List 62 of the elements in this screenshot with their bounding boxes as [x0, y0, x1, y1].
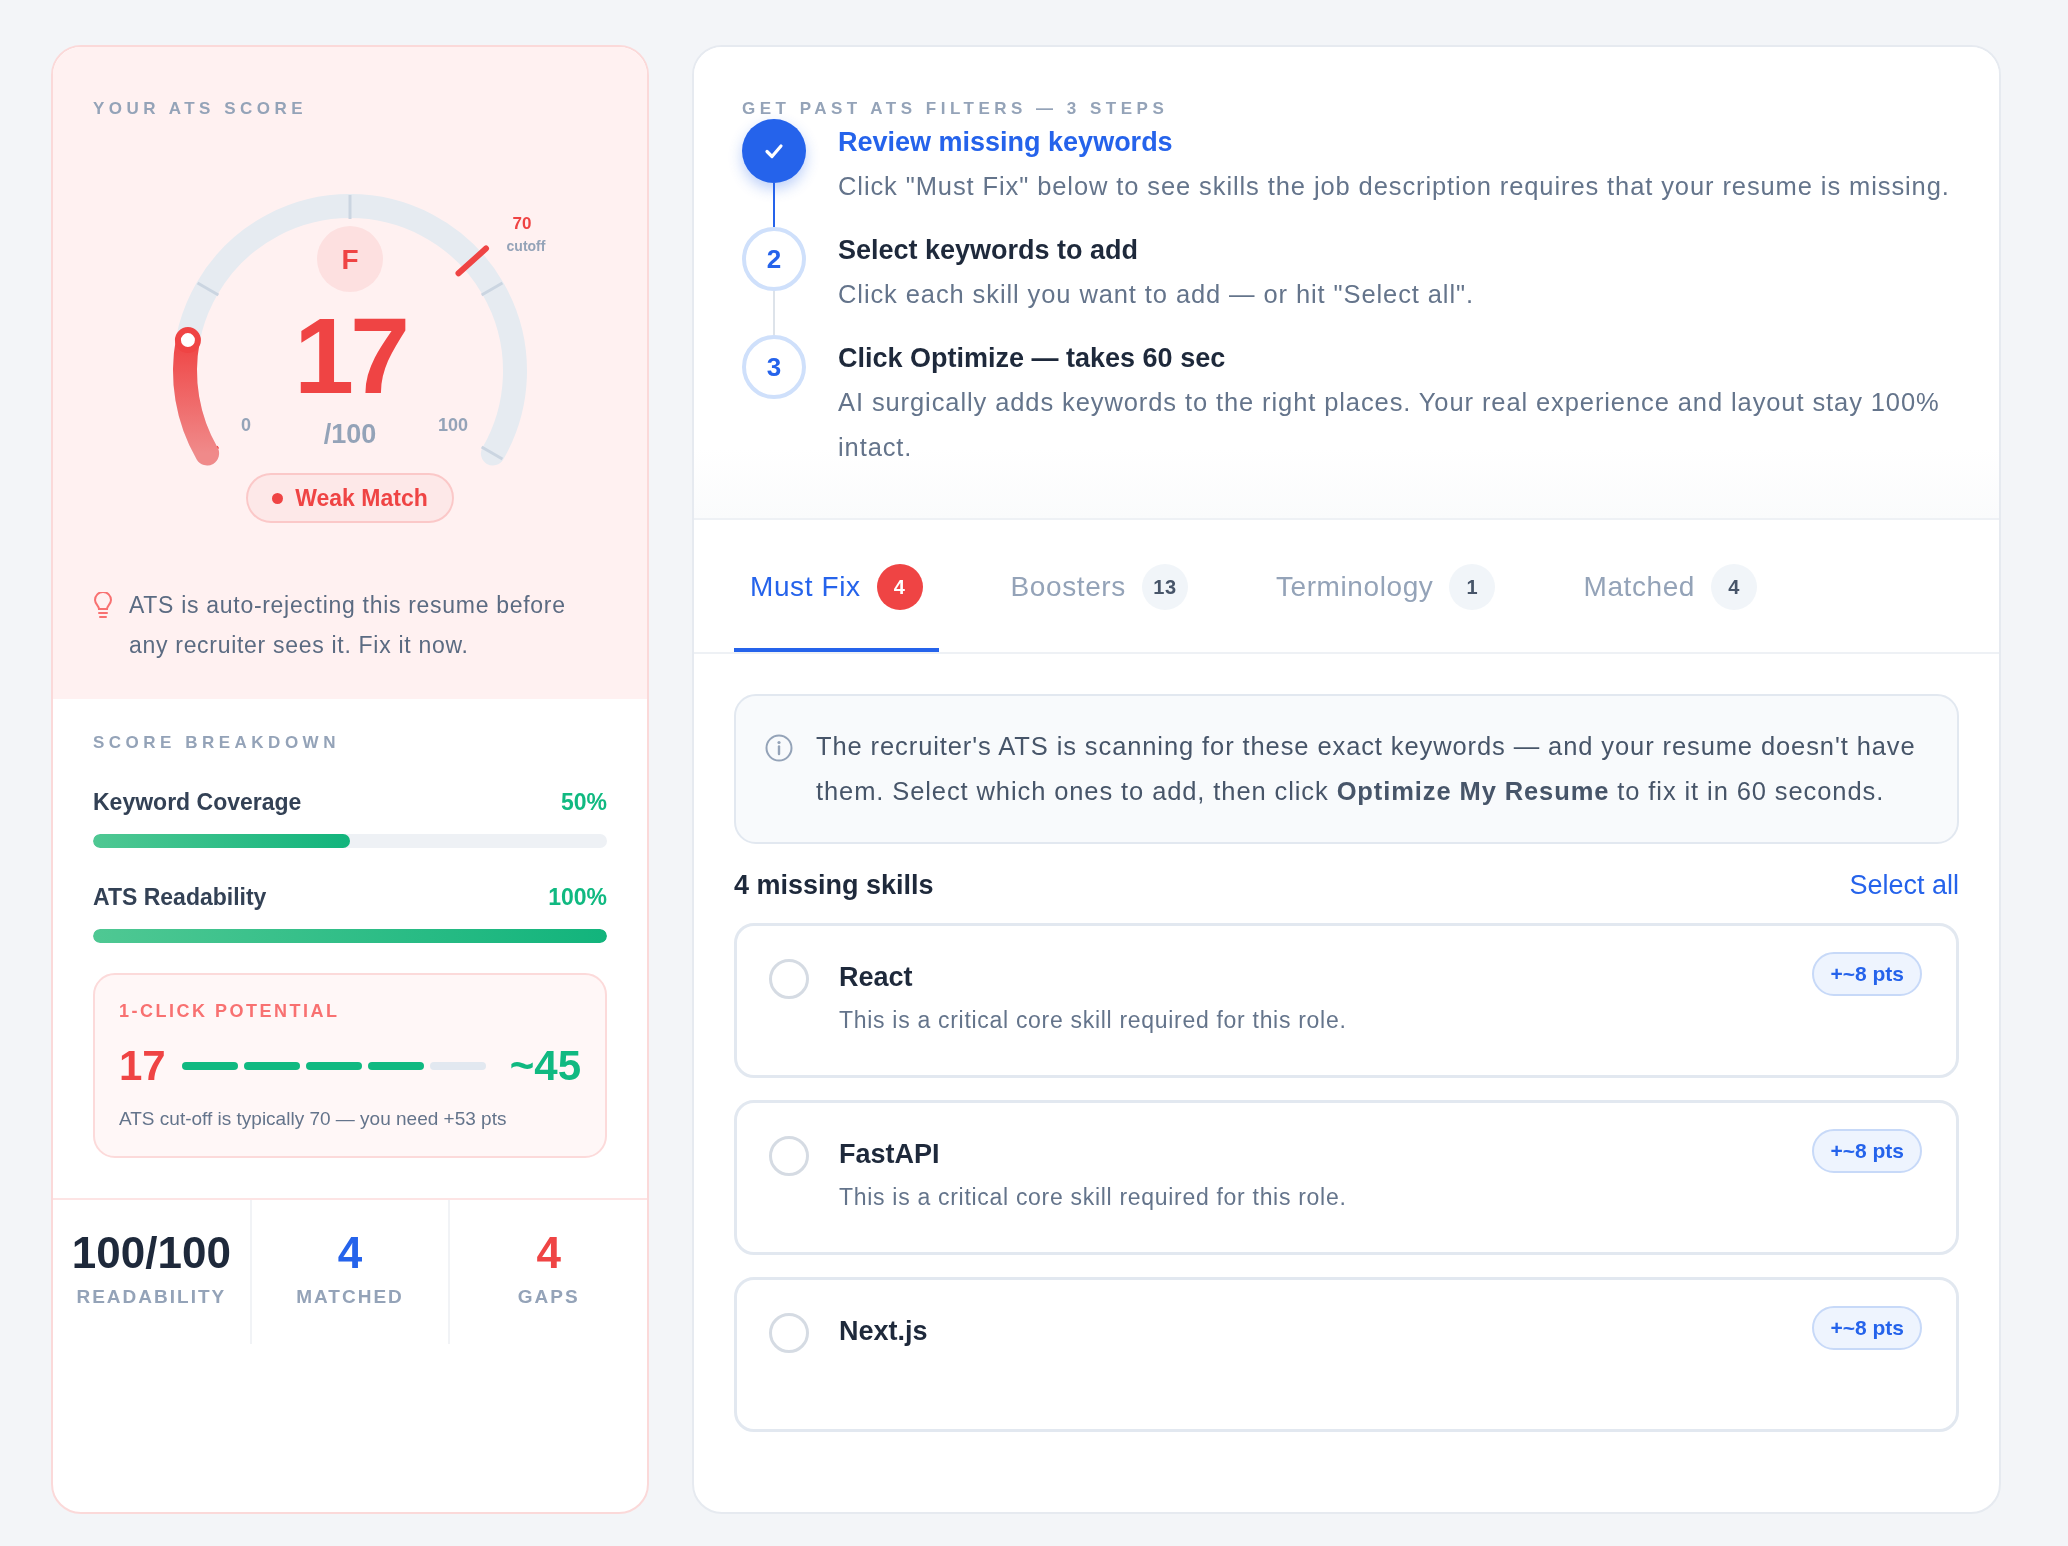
stat-value: 4	[536, 1228, 561, 1278]
cutoff-value: 70	[512, 214, 532, 233]
step-title: Select keywords to add	[838, 235, 1140, 266]
radio-button[interactable]	[769, 959, 809, 999]
skill-card[interactable]: FastAPI This is a critical core skill required for this role. +~8 pts	[734, 1100, 1959, 1255]
step-number: 2	[742, 227, 806, 291]
score-value: 17	[293, 295, 407, 416]
section-title: SCORE BREAKDOWN	[93, 733, 341, 753]
verdict-badge: Weak Match	[246, 473, 454, 523]
step-description: AI surgically adds keywords to the right places. Your real experience and layout stay 100% intact.	[838, 387, 1941, 463]
step-title: Click Optimize — takes 60 sec	[838, 343, 1227, 374]
info-text: The recruiter's ATS is scanning for these exact keywords — and your resume doesn't have them. Select which ones to add, then click Optimize My Resume to fix it in 60 seconds.	[816, 731, 1917, 807]
skill-description: This is a critical core skill required for this role.	[839, 1007, 1348, 1034]
potential-title: 1-CLICK POTENTIAL	[119, 1001, 341, 1022]
stat-label: MATCHED	[296, 1286, 404, 1308]
skill-card[interactable]: Next.js +~8 pts	[734, 1277, 1959, 1432]
tab[interactable]: Terminology 1	[1259, 520, 1512, 652]
potential-note: ATS cut-off is typically 70 — you need +53 pts	[119, 1108, 508, 1130]
points-badge: +~8 pts	[1812, 1129, 1922, 1173]
select-all-link[interactable]: Select all	[1849, 870, 1959, 901]
tab[interactable]: Must Fix 4	[734, 520, 939, 652]
count-badge: 4	[876, 564, 923, 610]
count-badge: 13	[1141, 564, 1188, 610]
warning-text: ATS is auto-rejecting this resume before any recruiter sees it. Fix it now.	[129, 591, 567, 660]
count-badge: 4	[1711, 564, 1758, 610]
skill-name: React	[839, 962, 914, 993]
stat-label: GAPS	[517, 1286, 580, 1308]
scale-min: 0	[241, 415, 251, 435]
radio-button[interactable]	[769, 1136, 809, 1176]
stat-value: 4	[337, 1228, 363, 1278]
skill-description: This is a critical core skill required for this role.	[839, 1184, 1348, 1211]
skill-card[interactable]: React This is a critical core skill required for this role. +~8 pts	[734, 923, 1959, 1078]
metric-label: Keyword Coverage	[93, 789, 302, 816]
points-badge: +~8 pts	[1812, 1306, 1922, 1350]
cutoff-marker	[455, 245, 489, 277]
info-icon	[764, 733, 794, 763]
metric-label: ATS Readability	[93, 884, 267, 911]
metric-value: 100%	[548, 884, 607, 911]
step-description: Click each skill you want to add — or hit "Select all".	[838, 279, 1474, 310]
points-badge: +~8 pts	[1812, 952, 1922, 996]
section-title: GET PAST ATS FILTERS — 3 STEPS	[742, 99, 1170, 119]
stat-value: 100/100	[71, 1228, 231, 1278]
stat-label: READABILITY	[76, 1286, 227, 1308]
radio-button[interactable]	[769, 1313, 809, 1353]
metric-value: 50%	[560, 789, 607, 816]
skill-name: FastAPI	[839, 1139, 941, 1170]
grade-letter: F	[341, 244, 359, 275]
score-max: /100	[323, 419, 377, 449]
cutoff-caption: cutoff	[506, 238, 546, 254]
scale-max: 100	[438, 415, 468, 435]
tab[interactable]: Matched 4	[1567, 520, 1774, 652]
step-title: Review missing keywords	[838, 127, 1174, 158]
section-title: YOUR ATS SCORE	[93, 99, 309, 119]
count-badge: 1	[1449, 564, 1496, 610]
potential-score: ~45	[509, 1042, 581, 1090]
step-number: 3	[742, 335, 806, 399]
skill-name: Next.js	[839, 1316, 929, 1347]
step-description: Click "Must Fix" below to see skills the job description requires that your resume is missing.	[838, 171, 1950, 202]
skills-count: 4 missing skills	[734, 870, 934, 901]
lightbulb-icon	[93, 592, 113, 620]
current-score: 17	[119, 1042, 166, 1090]
tab[interactable]: Boosters 13	[994, 520, 1204, 652]
